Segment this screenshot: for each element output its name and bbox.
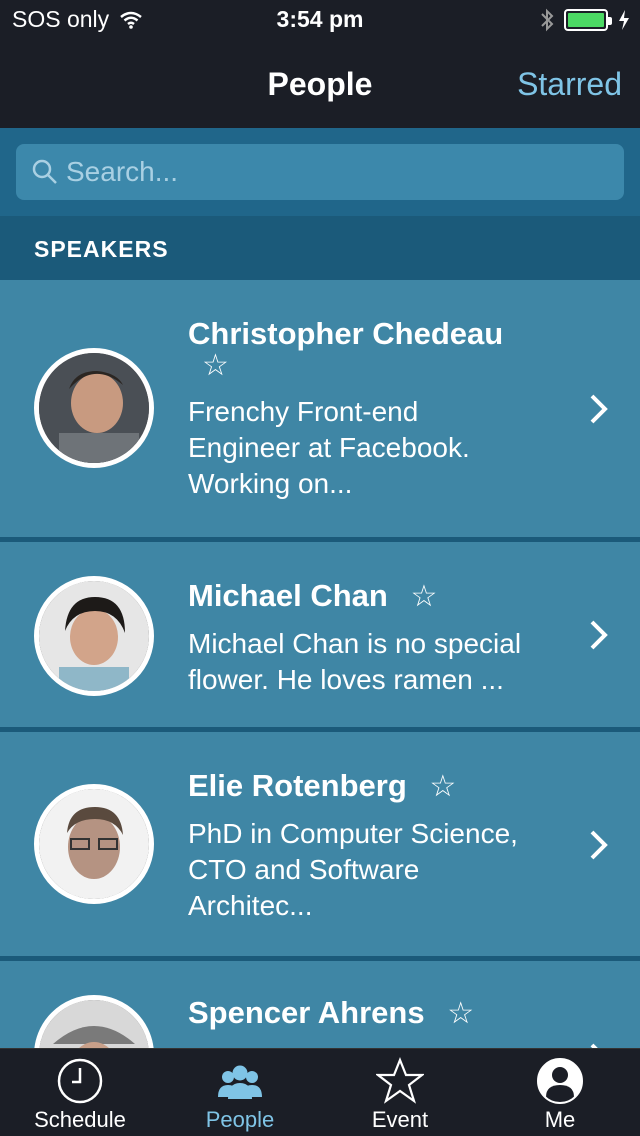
status-right <box>540 8 630 32</box>
speaker-name: Christopher Chedeau <box>188 316 504 351</box>
charging-icon <box>619 10 629 30</box>
description-line: Frenchy Front-end <box>188 396 419 427</box>
description-line: Michael Chan is no special <box>188 628 522 659</box>
star-toggle-icon[interactable]: ☆ <box>202 348 229 383</box>
battery-icon <box>564 9 612 31</box>
avatar <box>34 576 154 696</box>
speaker-name-row: Michael Chan ☆ <box>188 578 437 614</box>
tab-label: Me <box>544 1107 576 1132</box>
list-item-elie-rotenberg[interactable]: Elie Rotenberg ☆ PhD in Computer Science… <box>0 732 640 956</box>
star-toggle-icon[interactable]: ☆ <box>447 997 474 1030</box>
tab-label: Event <box>371 1107 429 1132</box>
avatar <box>34 995 154 1048</box>
tab-people[interactable]: People <box>160 1049 320 1136</box>
speaker-name-row: Spencer Ahrens ☆ <box>188 995 474 1031</box>
tab-label: People <box>205 1107 275 1132</box>
speaker-name-row: Elie Rotenberg ☆ <box>188 768 456 804</box>
speaker-name: Spencer Ahrens <box>188 995 425 1030</box>
chevron-right-icon <box>590 830 608 860</box>
search-input[interactable]: Search... <box>16 144 624 200</box>
tab-bar: Schedule People Event Me <box>0 1048 640 1136</box>
description-line: Architec... <box>188 890 313 921</box>
tab-schedule[interactable]: Schedule <box>0 1049 160 1136</box>
speaker-name: Elie Rotenberg <box>188 768 407 803</box>
avatar <box>34 784 154 904</box>
description-line: flower. He loves ramen ... <box>188 664 504 695</box>
description-line: Working on... <box>188 468 353 499</box>
chevron-right-icon <box>590 620 608 650</box>
chevron-right-icon <box>590 1043 598 1048</box>
star-icon <box>376 1057 424 1104</box>
speaker-description: PhD in Computer Science, CTO and Softwar… <box>188 816 588 924</box>
tab-me[interactable]: Me <box>480 1049 640 1136</box>
list-item-michael-chan[interactable]: Michael Chan ☆ Michael Chan is no specia… <box>0 542 640 727</box>
chevron-right-icon <box>590 394 608 424</box>
search-placeholder: Search... <box>66 156 179 187</box>
search-bar: Search... <box>0 128 640 216</box>
bluetooth-icon <box>541 8 554 32</box>
section-header: SPEAKERS <box>0 216 640 280</box>
people-icon <box>218 1065 262 1099</box>
tab-event[interactable]: Event <box>320 1049 480 1136</box>
user-icon <box>537 1058 583 1104</box>
speaker-description: Frenchy Front-end Engineer at Facebook. … <box>188 394 568 502</box>
speaker-description: Michael Chan is no special flower. He lo… <box>188 626 588 698</box>
speaker-list: Christopher Chedeau ☆ Frenchy Front-end … <box>0 280 640 1048</box>
clock-icon <box>57 1058 103 1104</box>
description-line: PhD in Computer Science, <box>188 818 518 849</box>
section-title: SPEAKERS <box>34 236 169 262</box>
description-line: CTO and Software <box>188 854 420 885</box>
search-icon <box>32 159 57 184</box>
tab-label: Schedule <box>34 1107 126 1132</box>
star-toggle-icon[interactable]: ☆ <box>429 770 456 803</box>
star-toggle-icon[interactable]: ☆ <box>410 580 437 613</box>
speaker-name: Michael Chan <box>188 578 388 613</box>
starred-button[interactable]: Starred <box>517 66 622 103</box>
description-line: Engineer at Facebook. <box>188 432 470 463</box>
list-item-spencer-ahrens[interactable]: Spencer Ahrens ☆ <box>0 961 640 1048</box>
avatar <box>34 348 154 468</box>
list-item-christopher-chedeau[interactable]: Christopher Chedeau ☆ Frenchy Front-end … <box>0 280 640 537</box>
status-bar: SOS only 3:54 pm <box>0 0 640 40</box>
navigation-bar: People Starred <box>0 40 640 128</box>
